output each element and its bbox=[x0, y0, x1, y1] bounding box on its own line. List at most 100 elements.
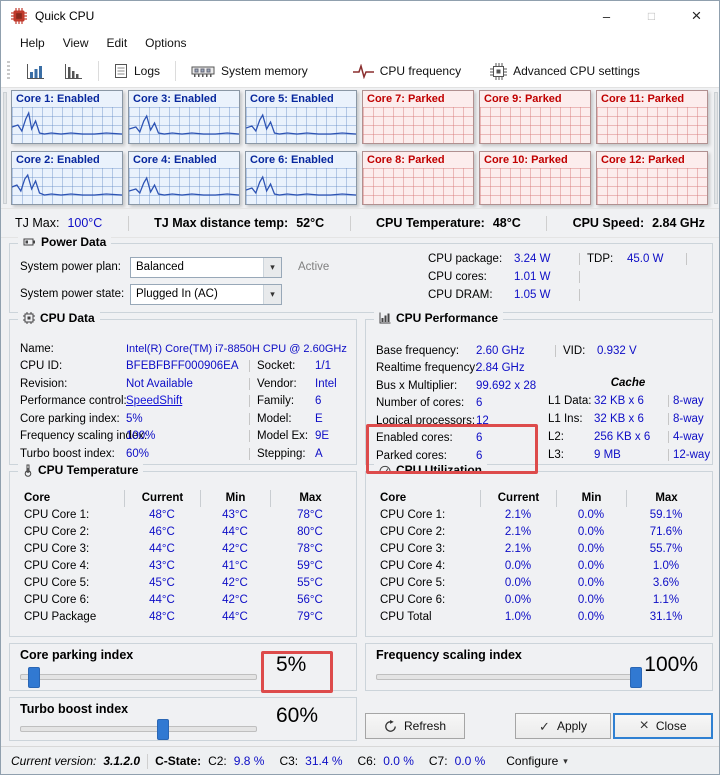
socket-value: 1/1 bbox=[315, 360, 331, 372]
bus-multiplier-value: 99.692 x 28 bbox=[476, 380, 536, 392]
separator bbox=[128, 216, 129, 231]
separator bbox=[249, 413, 250, 425]
core-parking-slider[interactable] bbox=[20, 674, 257, 680]
util-min: 0.0% bbox=[556, 575, 626, 592]
core-tile-label: Core 11: Parked bbox=[597, 91, 707, 107]
column-view-button[interactable] bbox=[56, 59, 91, 84]
core-usage-sparkline bbox=[363, 107, 473, 143]
temp-core-name: CPU Core 1: bbox=[18, 507, 124, 524]
chevron-down-icon: ▾ bbox=[263, 258, 281, 277]
model-label: Model: bbox=[257, 413, 315, 425]
performance-control-row: Performance control: SpeedShift Family: … bbox=[20, 393, 352, 411]
core-tile-9[interactable]: Core 9: Parked bbox=[479, 90, 591, 144]
core-tile-3[interactable]: Core 3: Enabled bbox=[128, 90, 240, 144]
cache-header: Cache bbox=[548, 374, 708, 392]
memory-icon bbox=[191, 65, 215, 78]
temp-current: 46°C bbox=[124, 524, 200, 541]
menu-help[interactable]: Help bbox=[11, 33, 54, 53]
frequency-scaling-slider[interactable] bbox=[376, 674, 636, 680]
core-tile-1[interactable]: Core 1: Enabled bbox=[11, 90, 123, 144]
util-max: 59.1% bbox=[626, 507, 706, 524]
separator bbox=[249, 395, 250, 407]
core-tile-4[interactable]: Core 4: Enabled bbox=[128, 151, 240, 205]
core-tile-12[interactable]: Core 12: Parked bbox=[596, 151, 708, 205]
bar-chart-icon bbox=[26, 63, 45, 80]
close-window-button[interactable]: × bbox=[674, 1, 719, 31]
separator bbox=[555, 345, 556, 357]
advanced-cpu-settings-button[interactable]: Advanced CPU settings bbox=[482, 59, 648, 84]
c7-label: C7: bbox=[429, 754, 448, 768]
cpu-name-row: Name: Intel(R) Core(TM) i7-8850H CPU @ 2… bbox=[20, 340, 352, 358]
refresh-button[interactable]: Refresh bbox=[365, 713, 465, 739]
vid-row: VID: 0.932 V bbox=[548, 342, 708, 360]
system-power-plan-select[interactable]: Balanced ▾ bbox=[130, 257, 282, 278]
logs-button[interactable]: Logs bbox=[106, 59, 168, 83]
minimize-button[interactable]: – bbox=[584, 1, 629, 31]
close-button[interactable]: × Close bbox=[613, 713, 713, 739]
turbo-boost-slider-thumb[interactable] bbox=[157, 719, 169, 740]
configure-dropdown[interactable]: Configure ▾ bbox=[506, 754, 568, 768]
core-tile-8[interactable]: Core 8: Parked bbox=[362, 151, 474, 205]
core-tile-7[interactable]: Core 7: Parked bbox=[362, 90, 474, 144]
util-max: 1.0% bbox=[626, 558, 706, 575]
core-usage-sparkline bbox=[129, 107, 239, 143]
util-core-name: CPU Total bbox=[374, 609, 480, 626]
separator bbox=[249, 360, 250, 372]
temp-core-name: CPU Core 6: bbox=[18, 592, 124, 609]
util-core-name: CPU Core 4: bbox=[374, 558, 480, 575]
c7-value: 0.0 % bbox=[455, 754, 486, 768]
frequency-scaling-slider-value: 100% bbox=[644, 653, 698, 677]
cpu-data-rows: Name: Intel(R) Core(TM) i7-8850H CPU @ 2… bbox=[20, 340, 352, 463]
c2-label: C2: bbox=[208, 754, 227, 768]
title-bar: Quick CPU – □ × bbox=[1, 1, 719, 31]
logical-processors-value: 12 bbox=[476, 415, 489, 427]
core-usage-sparkline bbox=[246, 107, 356, 143]
cstate-label: C-State: bbox=[155, 754, 201, 768]
core-tile-2[interactable]: Core 2: Enabled bbox=[11, 151, 123, 205]
core-tile-11[interactable]: Core 11: Parked bbox=[596, 90, 708, 144]
turbo-boost-slider-group: Turbo boost index 60% bbox=[9, 697, 357, 741]
core-usage-sparkline bbox=[12, 107, 122, 143]
system-power-state-select[interactable]: Plugged In (AC) ▾ bbox=[130, 284, 282, 305]
menu-view[interactable]: View bbox=[54, 33, 98, 53]
temp-current: 48°C bbox=[124, 507, 200, 524]
system-memory-button[interactable]: System memory bbox=[183, 60, 316, 82]
menu-options[interactable]: Options bbox=[136, 33, 195, 53]
l3-way: 12-way bbox=[673, 449, 710, 461]
frequency-scaling-slider-thumb[interactable] bbox=[630, 667, 642, 688]
util-min: 0.0% bbox=[556, 592, 626, 609]
apply-button[interactable]: ✓ Apply bbox=[515, 713, 611, 739]
core-tile-10[interactable]: Core 10: Parked bbox=[479, 151, 591, 205]
speedshift-link[interactable]: SpeedShift bbox=[126, 395, 182, 407]
util-max: 1.1% bbox=[626, 592, 706, 609]
l3-value: 9 MB bbox=[594, 449, 664, 461]
core-tile-5[interactable]: Core 5: Enabled bbox=[245, 90, 357, 144]
system-power-plan-label: System power plan: bbox=[20, 261, 130, 273]
core-tile-label: Core 1: Enabled bbox=[12, 91, 122, 107]
c6-label: C6: bbox=[358, 754, 377, 768]
col-header-core: Core bbox=[18, 490, 124, 507]
temp-max: 59°C bbox=[270, 558, 350, 575]
graph-view-button[interactable] bbox=[18, 59, 53, 84]
cpu-data-group: CPU Data Name: Intel(R) Core(TM) i7-8850… bbox=[9, 319, 357, 465]
maximize-button[interactable]: □ bbox=[629, 1, 674, 31]
core-parking-slider-thumb[interactable] bbox=[28, 667, 40, 688]
base-frequency-value: 2.60 GHz bbox=[476, 345, 525, 357]
util-current: 2.1% bbox=[480, 507, 556, 524]
temp-core-name: CPU Core 2: bbox=[18, 524, 124, 541]
turbo-boost-slider[interactable] bbox=[20, 726, 257, 732]
window-controls: – □ × bbox=[584, 1, 719, 31]
menu-edit[interactable]: Edit bbox=[97, 33, 136, 53]
temp-current: 48°C bbox=[124, 609, 200, 626]
apply-label: Apply bbox=[557, 719, 587, 733]
separator bbox=[668, 431, 669, 443]
cpu-temperature-group-title: CPU Temperature bbox=[18, 463, 143, 477]
temp-current: 44°C bbox=[124, 592, 200, 609]
family-value: 6 bbox=[315, 395, 321, 407]
core-tile-6[interactable]: Core 6: Enabled bbox=[245, 151, 357, 205]
l1-ins-label: L1 Ins: bbox=[548, 413, 594, 425]
util-core-name: CPU Core 3: bbox=[374, 541, 480, 558]
core-usage-sparkline bbox=[597, 107, 707, 143]
temp-max: 78°C bbox=[270, 541, 350, 558]
cpu-frequency-button[interactable]: CPU frequency bbox=[345, 60, 469, 83]
